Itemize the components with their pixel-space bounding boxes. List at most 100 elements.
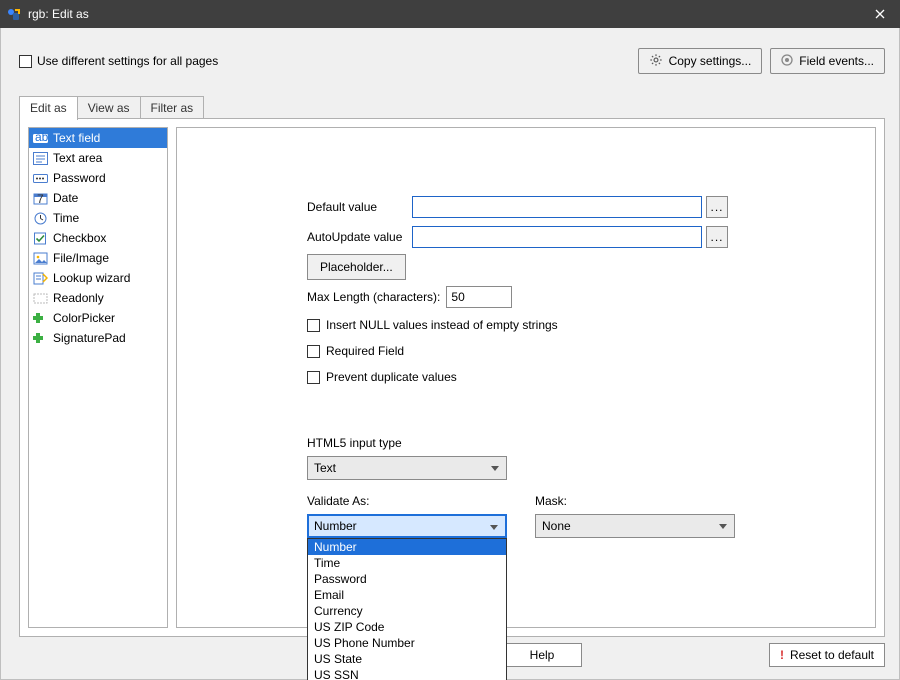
validate-option-us-phone[interactable]: US Phone Number [308, 635, 506, 651]
autoupdate-value-browse-button[interactable]: ... [706, 226, 728, 248]
field-type-time[interactable]: Time [29, 208, 167, 228]
default-value-label: Default value [307, 200, 412, 214]
readonly-icon [33, 291, 48, 306]
validate-option-currency[interactable]: Currency [308, 603, 506, 619]
max-length-row: Max Length (characters): [307, 284, 737, 310]
validate-option-us-zip[interactable]: US ZIP Code [308, 619, 506, 635]
checkbox-icon [307, 319, 320, 332]
placeholder-button[interactable]: Placeholder... [307, 254, 406, 280]
insert-null-checkbox[interactable]: Insert NULL values instead of empty stri… [307, 314, 737, 336]
tab-view-as-label: View as [88, 101, 130, 115]
field-type-label: Text area [53, 151, 102, 165]
field-type-label: ColorPicker [53, 311, 115, 325]
validate-as-value: Number [314, 519, 357, 533]
field-type-color-picker[interactable]: ColorPicker [29, 308, 167, 328]
tab-filter-as-label: Filter as [151, 101, 194, 115]
prevent-duplicate-checkbox[interactable]: Prevent duplicate values [307, 366, 737, 388]
date-icon: 7 [33, 191, 48, 206]
svg-text:7: 7 [37, 192, 44, 205]
checkbox-icon [307, 345, 320, 358]
checkbox-type-icon [33, 231, 48, 246]
file-image-icon [33, 251, 48, 266]
field-type-date[interactable]: 7 Date [29, 188, 167, 208]
field-type-label: Lookup wizard [53, 271, 130, 285]
field-type-label: SignaturePad [53, 331, 126, 345]
html5-input-type-value: Text [314, 461, 336, 475]
tab-strip: Edit as View as Filter as [19, 96, 203, 120]
app-icon [6, 6, 22, 22]
field-type-readonly[interactable]: Readonly [29, 288, 167, 308]
warning-icon: ! [780, 648, 784, 662]
default-value-row: Default value ... [307, 194, 737, 220]
password-icon [33, 171, 48, 186]
validate-option-password[interactable]: Password [308, 571, 506, 587]
field-type-checkbox[interactable]: Checkbox [29, 228, 167, 248]
max-length-label: Max Length (characters): [307, 290, 440, 304]
bullet-icon [781, 54, 793, 69]
help-label: Help [530, 648, 555, 662]
field-type-label: Text field [53, 131, 100, 145]
prevent-duplicate-label: Prevent duplicate values [326, 370, 457, 384]
field-type-label: Readonly [53, 291, 104, 305]
lookup-icon [33, 271, 48, 286]
ellipsis-icon: ... [710, 230, 723, 244]
reset-label: Reset to default [790, 648, 874, 662]
autoupdate-value-row: AutoUpdate value ... [307, 224, 737, 250]
tab-filter-as[interactable]: Filter as [140, 96, 205, 120]
dialog-body: Use different settings for all pages Cop… [0, 28, 900, 680]
svg-text:ab|: ab| [35, 132, 48, 144]
field-type-lookup-wizard[interactable]: Lookup wizard [29, 268, 167, 288]
field-type-file-image[interactable]: File/Image [29, 248, 167, 268]
mask-label: Mask: [535, 494, 735, 508]
time-icon [33, 211, 48, 226]
html5-input-type-label: HTML5 input type [307, 436, 737, 450]
validate-option-time[interactable]: Time [308, 555, 506, 571]
max-length-input[interactable] [446, 286, 512, 308]
gear-icon [649, 53, 663, 70]
text-field-icon: ab| [33, 131, 48, 146]
top-row: Use different settings for all pages Cop… [19, 48, 885, 74]
tab-view-as[interactable]: View as [77, 96, 141, 120]
copy-settings-label: Copy settings... [669, 54, 752, 68]
validate-as-dropdown[interactable]: Number Time Password Email Currency US Z… [307, 538, 507, 680]
validate-option-us-ssn[interactable]: US SSN [308, 667, 506, 680]
field-type-signature-pad[interactable]: SignaturePad [29, 328, 167, 348]
validate-option-number[interactable]: Number [308, 539, 506, 555]
field-type-label: Password [53, 171, 106, 185]
validate-as-label: Validate As: [307, 494, 507, 508]
validate-as-combo[interactable]: Number [307, 514, 507, 538]
window-title: rgb: Edit as [28, 7, 860, 21]
mask-combo[interactable]: None [535, 514, 735, 538]
field-events-button[interactable]: Field events... [770, 48, 885, 74]
field-type-text-field[interactable]: ab| Text field [29, 128, 167, 148]
required-field-checkbox[interactable]: Required Field [307, 340, 737, 362]
help-button[interactable]: Help [502, 643, 582, 667]
validate-option-us-state[interactable]: US State [308, 651, 506, 667]
validate-option-email[interactable]: Email [308, 587, 506, 603]
tab-edit-as-label: Edit as [30, 101, 67, 115]
plugin-icon [33, 331, 48, 346]
field-type-list[interactable]: ab| Text field Text area Password 7 Date… [28, 127, 168, 628]
default-value-input[interactable] [412, 196, 702, 218]
checkbox-icon [307, 371, 320, 384]
reset-to-default-button[interactable]: ! Reset to default [769, 643, 885, 667]
use-different-settings-checkbox[interactable]: Use different settings for all pages [19, 54, 218, 68]
autoupdate-value-input[interactable] [412, 226, 702, 248]
field-type-password[interactable]: Password [29, 168, 167, 188]
default-value-browse-button[interactable]: ... [706, 196, 728, 218]
field-type-label: Time [53, 211, 79, 225]
html5-input-type-combo[interactable]: Text [307, 456, 507, 480]
window-close-button[interactable] [860, 0, 900, 28]
config-panel: Default value ... AutoUpdate value ... P… [176, 127, 876, 628]
field-type-text-area[interactable]: Text area [29, 148, 167, 168]
copy-settings-button[interactable]: Copy settings... [638, 48, 763, 74]
placeholder-button-label: Placeholder... [320, 260, 393, 274]
text-area-icon [33, 151, 48, 166]
insert-null-label: Insert NULL values instead of empty stri… [326, 318, 558, 332]
field-type-label: Date [53, 191, 78, 205]
required-field-label: Required Field [326, 344, 404, 358]
tab-edit-as[interactable]: Edit as [19, 96, 78, 120]
plugin-icon [33, 311, 48, 326]
ellipsis-icon: ... [710, 200, 723, 214]
autoupdate-value-label: AutoUpdate value [307, 230, 412, 244]
